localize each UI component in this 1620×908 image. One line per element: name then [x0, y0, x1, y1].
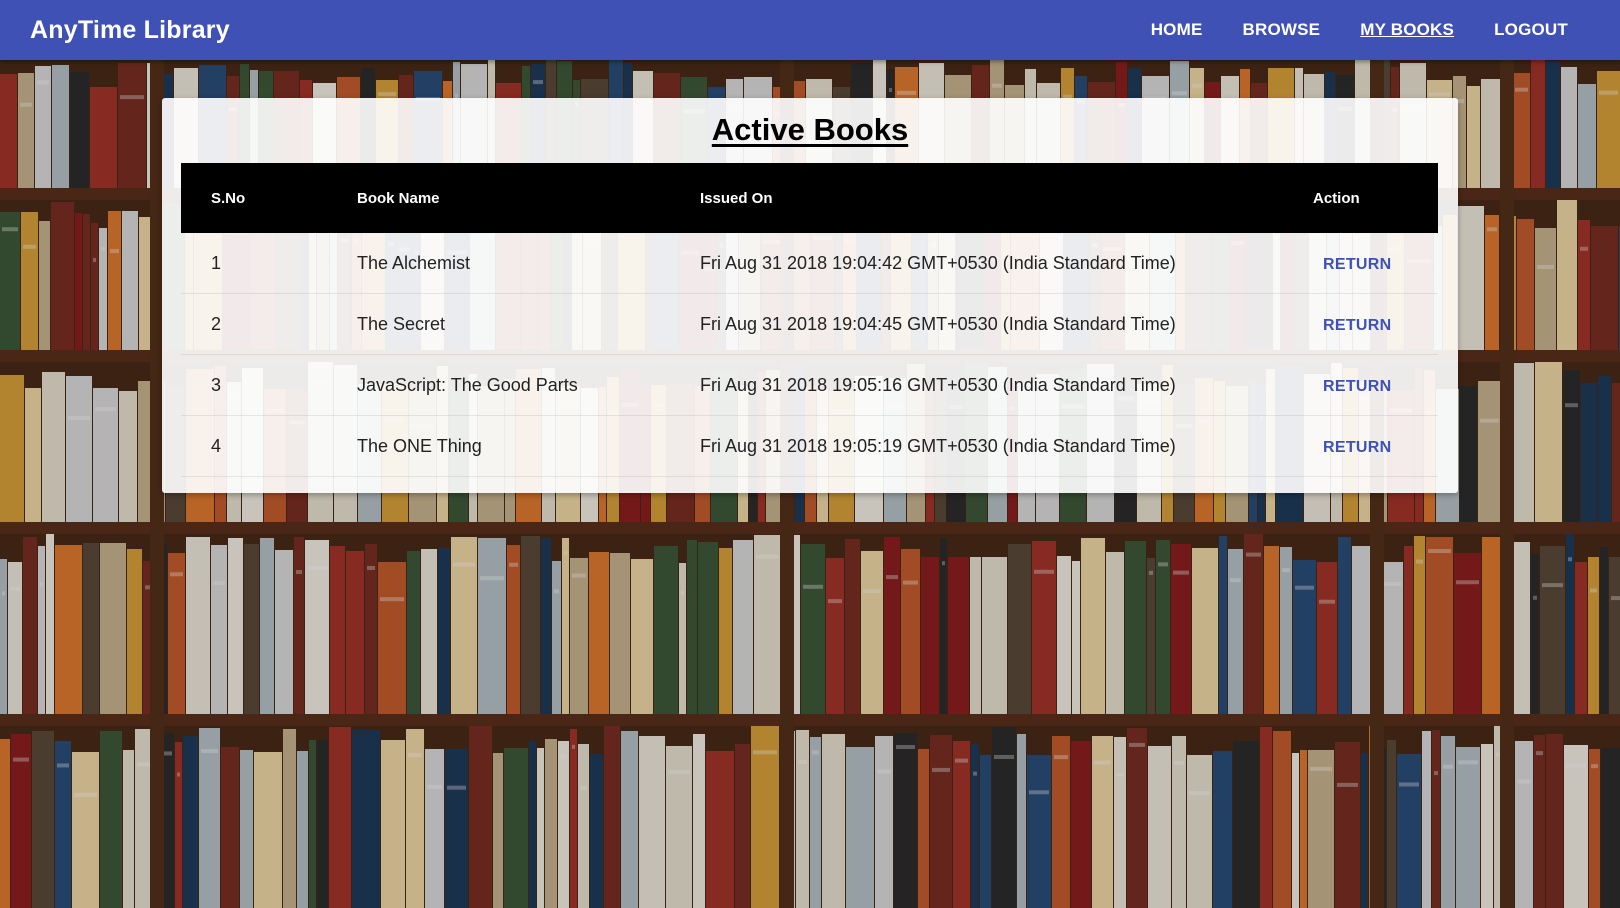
- row-issued-on: Fri Aug 31 2018 19:04:42 GMT+0530 (India…: [700, 233, 1313, 294]
- column-header-book-name: Book Name: [357, 189, 440, 207]
- nav-browse-link[interactable]: BROWSE: [1243, 20, 1321, 40]
- return-button[interactable]: RETURN: [1323, 317, 1391, 334]
- brand-logo[interactable]: AnyTime Library: [30, 0, 230, 60]
- nav-links: HOME BROWSE MY BOOKS LOGOUT: [1111, 0, 1568, 60]
- page-title: Active Books: [711, 112, 909, 147]
- row-sno: 1: [181, 233, 357, 294]
- row-sno: 3: [181, 354, 357, 416]
- row-action-cell: RETURN: [1313, 293, 1438, 355]
- row-issued-on: Fri Aug 31 2018 19:04:45 GMT+0530 (India…: [700, 293, 1313, 355]
- row-book-name: The Secret: [357, 293, 700, 355]
- column-header-action: Action: [1313, 189, 1360, 207]
- table-row: 4 The ONE Thing Fri Aug 31 2018 19:05:19…: [181, 415, 1438, 477]
- row-action-cell: RETURN: [1313, 354, 1438, 416]
- nav-logout-link[interactable]: LOGOUT: [1494, 20, 1568, 40]
- row-sno: 4: [181, 415, 357, 477]
- return-button[interactable]: RETURN: [1323, 256, 1391, 273]
- column-header-sno: S.No: [211, 189, 246, 207]
- row-issued-on: Fri Aug 31 2018 19:05:19 GMT+0530 (India…: [700, 415, 1313, 477]
- row-action-cell: RETURN: [1313, 415, 1438, 477]
- table-row: 1 The Alchemist Fri Aug 31 2018 19:04:42…: [181, 233, 1438, 294]
- row-sno: 2: [181, 293, 357, 355]
- top-navbar: AnyTime Library HOME BROWSE MY BOOKS LOG…: [0, 0, 1620, 60]
- row-book-name: JavaScript: The Good Parts: [357, 354, 700, 416]
- active-books-card: Active Books S.No Book Name Issued On Ac…: [162, 98, 1458, 493]
- nav-my-books-link[interactable]: MY BOOKS: [1360, 20, 1454, 40]
- column-header-issued-on: Issued On: [700, 189, 773, 207]
- table-row: 3 JavaScript: The Good Parts Fri Aug 31 …: [181, 354, 1438, 416]
- return-button[interactable]: RETURN: [1323, 439, 1391, 456]
- table-header-row: S.No Book Name Issued On Action: [181, 163, 1438, 233]
- row-action-cell: RETURN: [1313, 233, 1438, 294]
- table-row: 2 The Secret Fri Aug 31 2018 19:04:45 GM…: [181, 293, 1438, 355]
- nav-home-link[interactable]: HOME: [1151, 20, 1203, 40]
- row-book-name: The Alchemist: [357, 233, 700, 294]
- active-books-table: S.No Book Name Issued On Action 1 The Al…: [181, 163, 1438, 477]
- row-book-name: The ONE Thing: [357, 415, 700, 477]
- row-issued-on: Fri Aug 31 2018 19:05:16 GMT+0530 (India…: [700, 354, 1313, 416]
- return-button[interactable]: RETURN: [1323, 378, 1391, 395]
